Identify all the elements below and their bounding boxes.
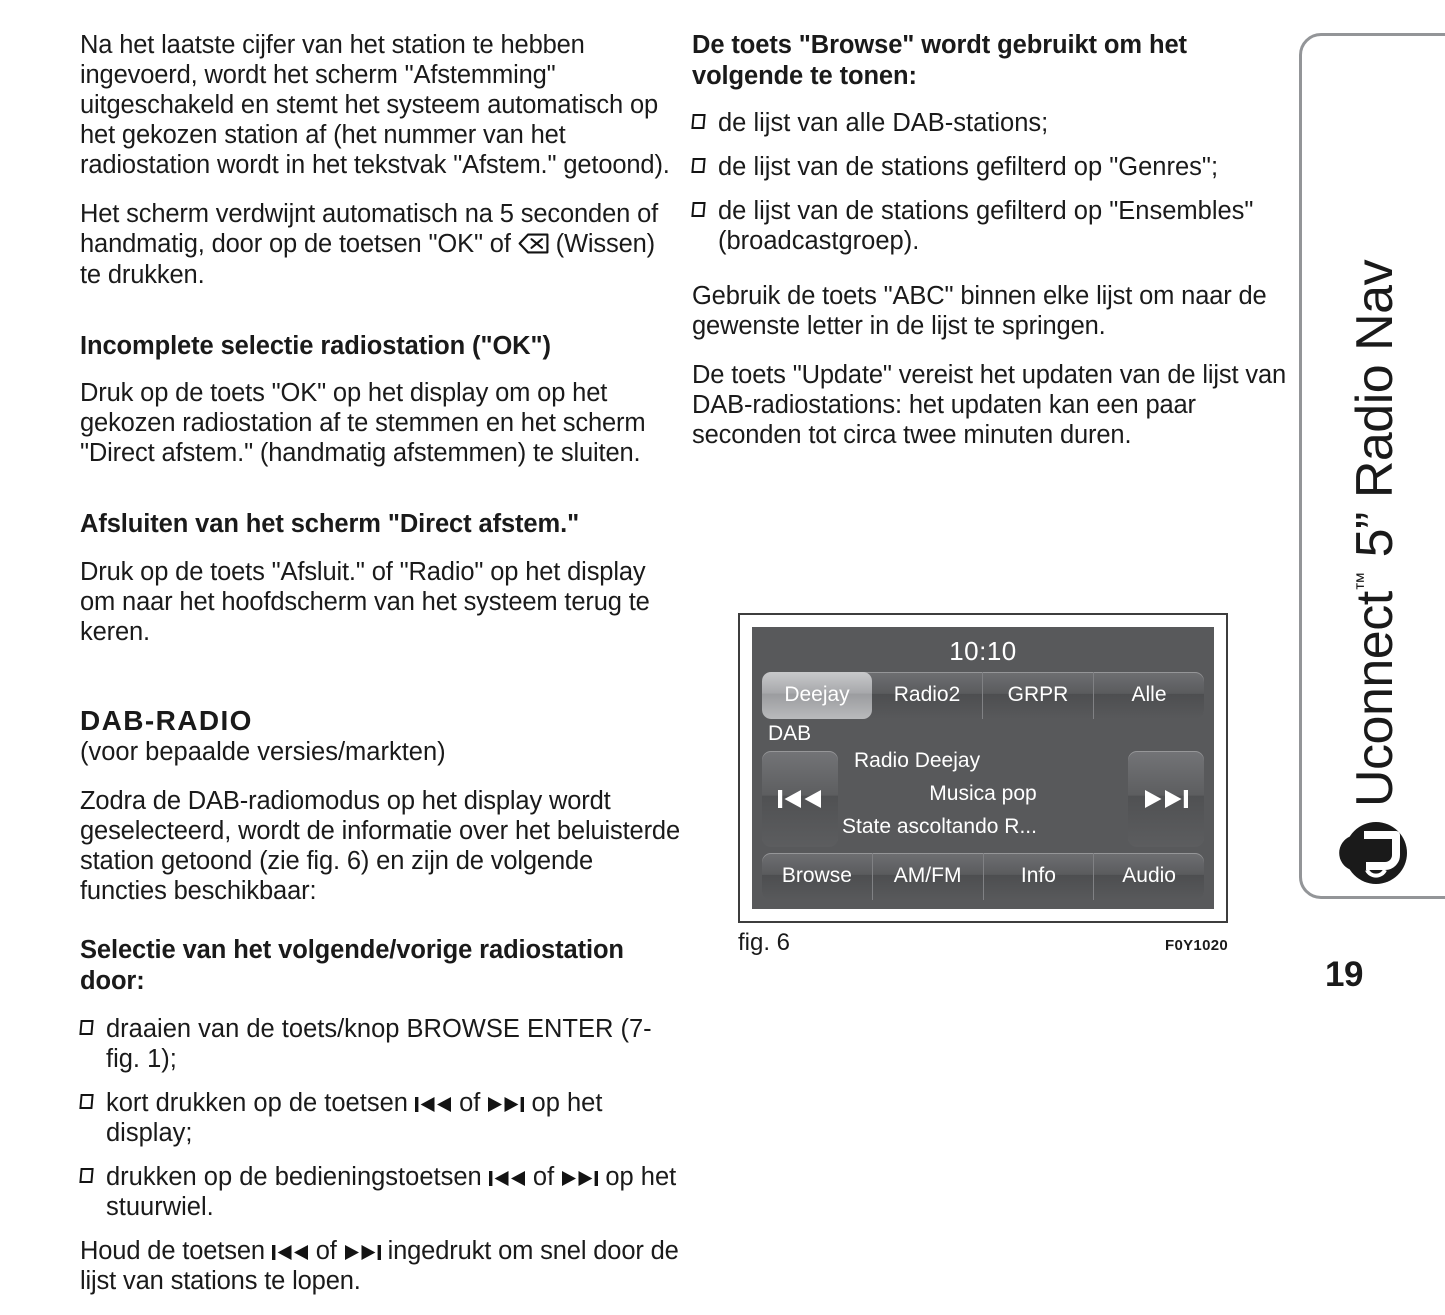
preset-button-alle[interactable]: Alle [1094, 672, 1204, 719]
next-track-icon [561, 1170, 599, 1187]
preset-button-deejay[interactable]: Deejay [762, 672, 872, 719]
list-item: draaien van de toets/knop BROWSE ENTER (… [79, 1014, 680, 1074]
figure-caption: fig. 6 [738, 929, 791, 956]
list-item: drukken op de bedieningstoetsen of op he… [79, 1162, 680, 1222]
figure-caption-row: fig. 6 F0Y1020 [738, 929, 1228, 957]
heading-browse-key: De toets "Browse" wordt gebruikt om het … [692, 31, 1187, 90]
paragraph-hold-keys: Houd de toetsen of ingedrukt om snel doo… [80, 1236, 680, 1296]
browse-list: de lijst van alle DAB-stations; de lijst… [691, 108, 1292, 256]
preset-button-radio2[interactable]: Radio2 [872, 672, 983, 719]
brand-name: Uconnect [1346, 591, 1404, 807]
radio-display-screen: 10:10 Deejay Radio2 GRPR Alle DAB Radio … [752, 627, 1214, 909]
paragraph-hold-keys-part2: of [308, 1237, 344, 1266]
browse-button[interactable]: Browse [762, 853, 873, 900]
list-item: kort drukken op de toetsen of op het dis… [79, 1088, 680, 1148]
paragraph-update-key: De toets "Update" vereist het updaten va… [692, 360, 1287, 449]
previous-station-button[interactable] [762, 751, 838, 847]
bullet-square-icon [79, 1093, 94, 1109]
bullet-square-icon [691, 202, 706, 218]
left-column: Na het laatste cijfer van het station te… [79, 30, 680, 1315]
paragraph-dab-mode: Zodra de DAB-radiomodus op het display w… [80, 787, 680, 906]
band-label: DAB [768, 722, 812, 745]
paragraph-abc-key: Gebruik de toets "ABC" binnen elke lijst… [692, 281, 1267, 340]
list-item-label-part1: kort drukken op de toetsen [106, 1088, 416, 1117]
list-item-label: draaien van de toets/knop BROWSE ENTER (… [106, 1014, 652, 1073]
station-genre: Musica pop [929, 782, 1037, 805]
page-number: 19 [1325, 955, 1363, 994]
uconnect-logo-icon [1336, 816, 1415, 890]
chapter-subtitle-versions: (voor bepaalde versies/markten) [80, 738, 446, 767]
next-track-icon [487, 1096, 525, 1113]
list-item: de lijst van de stations gefilterd op "G… [691, 152, 1292, 182]
manual-page: Na het laatste cijfer van het station te… [0, 0, 1445, 1295]
next-track-icon [344, 1244, 381, 1261]
paragraph-intro: Na het laatste cijfer van het station te… [80, 31, 670, 180]
list-item: de lijst van alle DAB-stations; [691, 108, 1292, 138]
bullet-square-icon [691, 114, 706, 130]
function-button-row: Browse AM/FM Info Audio [762, 853, 1204, 900]
figure-6: 10:10 Deejay Radio2 GRPR Alle DAB Radio … [738, 613, 1228, 923]
station-radiotext: State ascoltando R... [842, 815, 1037, 838]
figure-frame: 10:10 Deejay Radio2 GRPR Alle DAB Radio … [738, 613, 1228, 923]
figure-code: F0Y1020 [1165, 937, 1228, 954]
chapter-title-dab-radio: DAB-RADIO [80, 705, 253, 737]
tab-title: 5” Radio Nav [1346, 259, 1404, 572]
list-item-label: de lijst van de stations gefilterd op "E… [718, 197, 1254, 256]
info-button[interactable]: Info [984, 853, 1095, 900]
list-item-label-part2: of [525, 1162, 562, 1191]
list-item-label: de lijst van de stations gefilterd op "G… [718, 153, 1219, 182]
paragraph-ok-key: Druk op de toets "OK" op het display om … [80, 379, 646, 468]
paragraph-exit-key: Druk op de toets "Afsluit." of "Radio" o… [80, 558, 650, 647]
bullet-square-icon [79, 1167, 94, 1183]
section-tab-content: Uconnect™ 5” Radio Nav [1302, 36, 1445, 902]
section-tab-label: Uconnect™ 5” Radio Nav [1345, 260, 1405, 807]
previous-track-icon [488, 1170, 526, 1187]
previous-track-icon [777, 788, 823, 810]
trademark-symbol: ™ [1353, 571, 1375, 592]
bullet-square-icon [79, 1019, 94, 1035]
clock-display: 10:10 [949, 636, 1017, 666]
station-info: Radio Deejay Musica pop State ascoltando… [838, 723, 1128, 853]
audio-button[interactable]: Audio [1094, 853, 1204, 900]
paragraph-hold-keys-part1: Houd de toetsen [80, 1237, 272, 1266]
paragraph-auto-dismiss: Het scherm verdwijnt automatisch na 5 se… [80, 199, 680, 289]
next-station-button[interactable] [1128, 751, 1204, 847]
preset-button-grpr[interactable]: GRPR [983, 672, 1094, 719]
next-track-icon [1143, 788, 1189, 810]
right-column: De toets "Browse" wordt gebruikt om het … [691, 30, 1292, 469]
list-item-label-part1: drukken op de bedieningstoetsen [106, 1162, 489, 1191]
now-playing-area: DAB Radio Deejay Musica pop State ascolt… [762, 722, 1204, 853]
previous-track-icon [271, 1244, 309, 1261]
list-item: de lijst van de stations gefilterd op "E… [691, 196, 1292, 256]
section-tab: Uconnect™ 5” Radio Nav [1299, 33, 1445, 899]
list-item-label: de lijst van alle DAB-stations; [718, 109, 1049, 138]
heading-exit-direct-tune: Afsluiten van het scherm "Direct afstem.… [80, 510, 580, 539]
preset-button-row: Deejay Radio2 GRPR Alle [762, 672, 1204, 719]
clear-key-icon [518, 233, 549, 254]
amfm-button[interactable]: AM/FM [873, 853, 984, 900]
list-item-label-part2: of [452, 1088, 488, 1117]
station-selection-list: draaien van de toets/knop BROWSE ENTER (… [79, 1014, 680, 1222]
heading-incomplete-selection: Incomplete selectie radiostation ("OK") [80, 331, 551, 360]
previous-track-icon [415, 1096, 452, 1113]
bullet-square-icon [691, 158, 706, 174]
station-name: Radio Deejay [854, 749, 981, 772]
heading-station-selection: Selectie van het volgende/vorige radiost… [80, 936, 624, 996]
